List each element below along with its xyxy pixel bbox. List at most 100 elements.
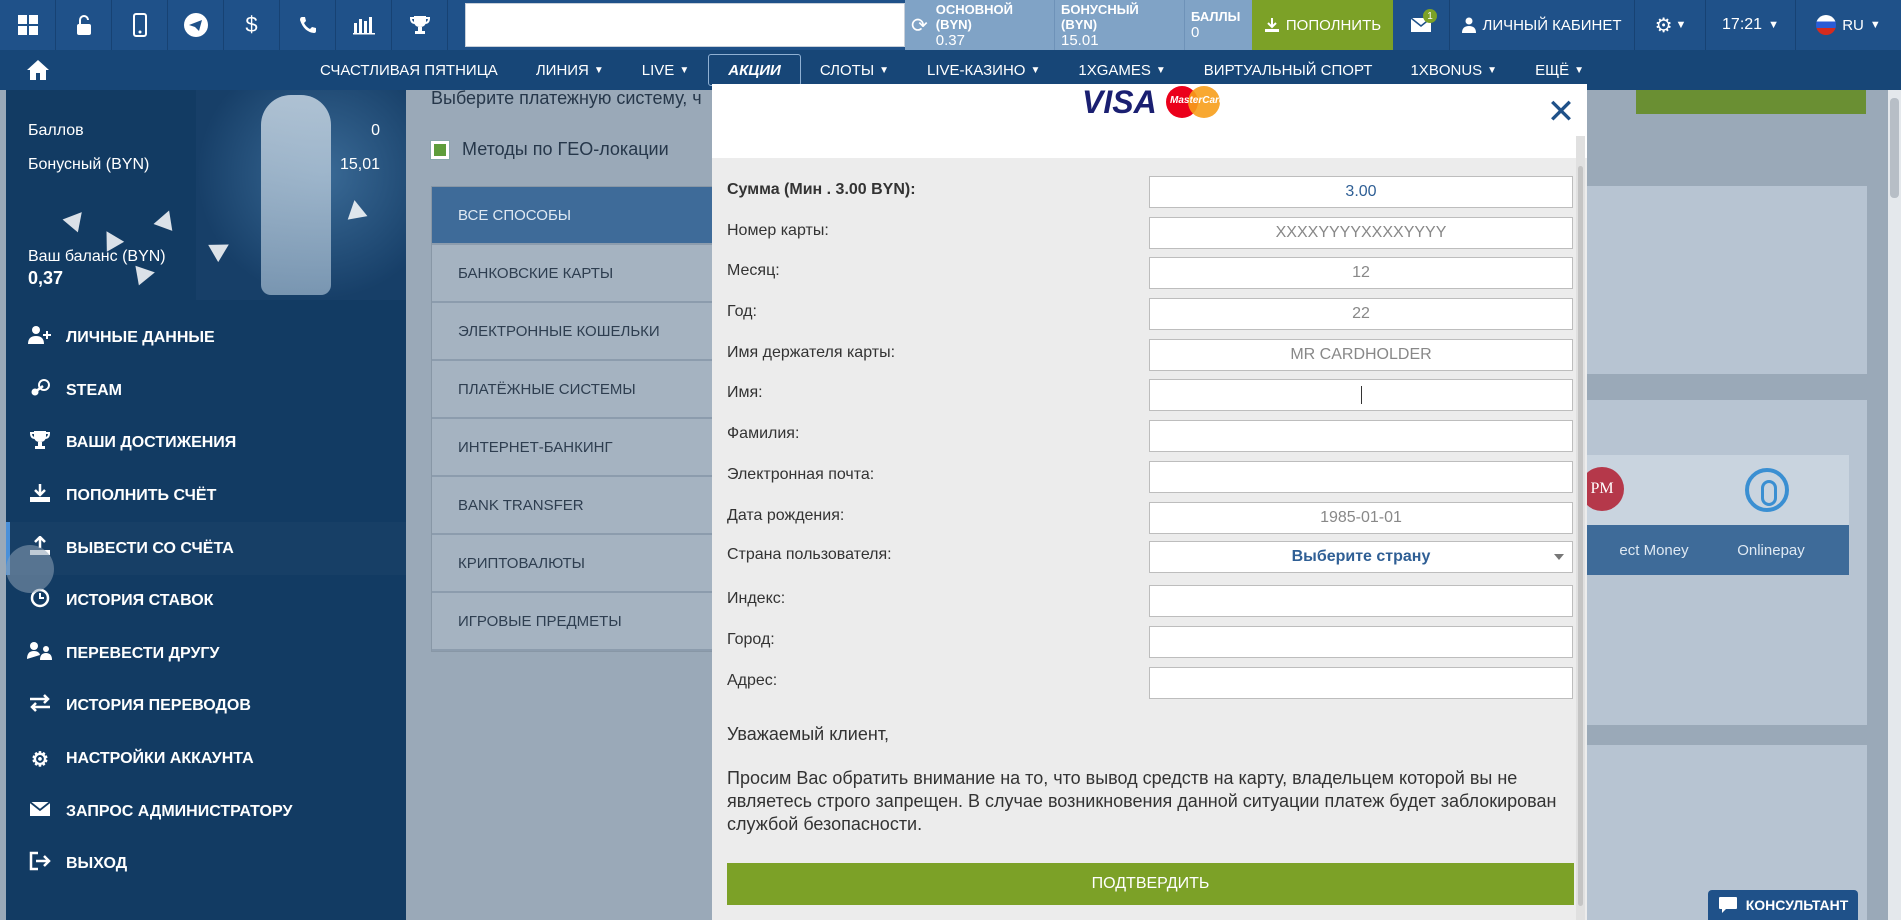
modal-scrollbar[interactable] [1576, 136, 1585, 920]
method-game-items[interactable]: ИГРОВЫЕ ПРЕДМЕТЫ [432, 593, 720, 651]
menu-item-label: STEAM [66, 381, 122, 399]
trophy-icon[interactable] [392, 0, 448, 50]
menu-item-label: ЗАПРОС АДМИНИСТРАТОРУ [66, 802, 293, 820]
form-row-year: Год: 22 [712, 295, 1574, 330]
birthdate-input[interactable]: 1985-01-01 [1149, 502, 1573, 534]
month-input[interactable]: 12 [1149, 257, 1573, 289]
year-input[interactable]: 22 [1149, 298, 1573, 330]
method-all[interactable]: ВСЕ СПОСОБЫ [432, 187, 720, 245]
dollar-icon[interactable]: $ [224, 0, 280, 50]
method-bank-cards[interactable]: БАНКОВСКИЕ КАРТЫ [432, 245, 720, 303]
menu-item-personal-data[interactable]: ЛИЧНЫЕ ДАННЫЕ [6, 312, 406, 365]
checkbox-mark [434, 144, 446, 156]
page-scrollbar[interactable] [1888, 90, 1901, 920]
nav-item-slots[interactable]: СЛОТЫ ▼ [801, 54, 908, 86]
balance-bonus[interactable]: Бонусный (BYN) 15.01 [1055, 0, 1185, 50]
language-button[interactable]: RU ▼ [1796, 0, 1901, 50]
dropdown-caret-icon [1554, 554, 1564, 560]
city-label: Город: [727, 631, 775, 648]
menu-item-steam[interactable]: STEAM [6, 365, 406, 418]
method-e-wallets[interactable]: ЭЛЕКТРОННЫЕ КОШЕЛЬКИ [432, 303, 720, 361]
notice-text: Просим Вас обратить внимание на то, что … [727, 768, 1557, 834]
notice-title: Уважаемый клиент, [727, 724, 890, 744]
country-select[interactable]: Выберите страну [1149, 541, 1573, 573]
zip-input[interactable] [1149, 585, 1573, 617]
first-name-input[interactable] [1149, 379, 1573, 411]
email-label: Электронная почта: [727, 466, 875, 483]
month-label: Месяц: [727, 262, 780, 279]
chat-icon [1718, 897, 1737, 913]
menu-item-bet-history[interactable]: ИСТОРИЯ СТАВОК [6, 575, 406, 628]
method-internet-banking[interactable]: ИНТЕРНЕТ-БАНКИНГ [432, 419, 720, 477]
account-sidebar: Баллов 0 Бонусный (BYN) 15,01 Ваш баланс… [6, 90, 406, 920]
address-input[interactable] [1149, 667, 1573, 699]
telegram-icon[interactable] [168, 0, 224, 50]
right-action-bar[interactable] [1636, 90, 1866, 114]
statistics-icon[interactable] [336, 0, 392, 50]
phone-icon[interactable] [280, 0, 336, 50]
chevron-down-icon: ▼ [1487, 64, 1498, 76]
form-row-month: Месяц: 12 [712, 254, 1574, 289]
decor-triangle [135, 262, 157, 286]
floating-circle[interactable] [6, 545, 54, 593]
balance-bonus-label: Бонусный (BYN) [1061, 1, 1139, 32]
form-row-cardholder: Имя держателя карты: MR CARDHOLDER [712, 336, 1574, 371]
geo-checkbox[interactable] [430, 140, 450, 160]
nav-item-virtual-sport[interactable]: ВИРТУАЛЬНЫЙ СПОРТ [1185, 54, 1392, 86]
method-crypto[interactable]: КРИПТОВАЛЮТЫ [432, 535, 720, 593]
balance-points-label: Баллы [1191, 9, 1241, 24]
search-box[interactable] [465, 3, 905, 47]
last-name-input[interactable] [1149, 420, 1573, 452]
nav-item-live[interactable]: LIVE ▼ [623, 54, 708, 86]
menu-item-deposit[interactable]: ПОПОЛНИТЬ СЧЁТ [6, 470, 406, 523]
method-payment-systems[interactable]: ПЛАТЁЖНЫЕ СИСТЕМЫ [432, 361, 720, 419]
menu-item-transfer-friend[interactable]: ПЕРЕВЕСТИ ДРУГУ [6, 628, 406, 681]
menu-item-label: ВАШИ ДОСТИЖЕНИЯ [66, 434, 237, 452]
first-name-label: Имя: [727, 384, 763, 401]
trophy-icon [26, 429, 54, 457]
cardholder-input[interactable]: MR CARDHOLDER [1149, 339, 1573, 371]
consultant-button[interactable]: КОНСУЛЬТАНТ [1708, 890, 1858, 920]
balance-points[interactable]: Баллы 0 [1185, 0, 1252, 50]
settings-button[interactable]: ⚙ ▼ [1636, 0, 1706, 50]
method-bank-transfer[interactable]: BANK TRANSFER [432, 477, 720, 535]
card-number-input[interactable]: XXXXYYYYXXXXYYYY [1149, 217, 1573, 249]
messages-badge: 1 [1423, 9, 1437, 23]
confirm-button[interactable]: ПОДТВЕРДИТЬ [727, 863, 1574, 905]
gear-icon: ⚙ [1654, 14, 1673, 37]
lock-icon[interactable] [56, 0, 112, 50]
menu-item-account-settings[interactable]: ⚙ НАСТРОЙКИ АККАУНТА [6, 733, 406, 786]
scrollbar-thumb[interactable] [1890, 98, 1899, 198]
menu-item-withdraw[interactable]: ВЫВЕСТИ СО СЧЁТА [6, 522, 406, 575]
windows-icon[interactable] [0, 0, 56, 50]
nav-item-1xbonus[interactable]: 1XBONUS ▼ [1391, 54, 1516, 86]
nav-item-1xgames[interactable]: 1XGAMES ▼ [1059, 54, 1184, 86]
personal-cabinet-button[interactable]: ЛИЧНЫЙ КАБИНЕТ [1450, 0, 1635, 50]
balance-main[interactable]: ⟳ Основной (BYN) 0.37 [905, 0, 1055, 50]
home-icon[interactable] [0, 50, 75, 90]
close-icon[interactable]: ✕ [1546, 95, 1576, 129]
menu-item-label: ПЕРЕВЕСТИ ДРУГУ [66, 644, 220, 662]
amount-input[interactable]: 3.00 [1149, 176, 1573, 208]
form-row-amount: Сумма (Мин . 3.00 BYN): 3.00 [712, 173, 1574, 208]
messages-button[interactable]: 1 [1393, 0, 1450, 50]
nav-item-line[interactable]: ЛИНИЯ ▼ [517, 54, 623, 86]
bonus-value: 15,01 [339, 156, 380, 173]
menu-item-admin-request[interactable]: ЗАПРОС АДМИНИСТРАТОРУ [6, 785, 406, 838]
email-input[interactable] [1149, 461, 1573, 493]
nav-item-live-casino[interactable]: LIVE-КАЗИНО ▼ [908, 54, 1059, 86]
nav-item-more[interactable]: ЕЩЁ ▼ [1516, 54, 1603, 86]
mobile-icon[interactable] [112, 0, 168, 50]
refresh-icon[interactable]: ⟳ [911, 13, 928, 38]
menu-item-logout[interactable]: ВЫХОД [6, 838, 406, 891]
birthdate-label: Дата рождения: [727, 507, 845, 524]
deposit-button[interactable]: ПОПОЛНИТЬ [1252, 0, 1393, 50]
nav-item-happy-friday[interactable]: СЧАСТЛИВАЯ ПЯТНИЦА [301, 54, 517, 86]
modal-scrollbar-thumb[interactable] [1578, 166, 1583, 906]
nav-item-promotions[interactable]: АКЦИИ [708, 54, 801, 86]
city-input[interactable] [1149, 626, 1573, 658]
menu-item-transfer-history[interactable]: ИСТОРИЯ ПЕРЕВОДОВ [6, 680, 406, 733]
menu-item-achievements[interactable]: ВАШИ ДОСТИЖЕНИЯ [6, 417, 406, 470]
decor-triangle [344, 198, 368, 220]
time-button[interactable]: 17:21 ▼ [1706, 0, 1796, 50]
